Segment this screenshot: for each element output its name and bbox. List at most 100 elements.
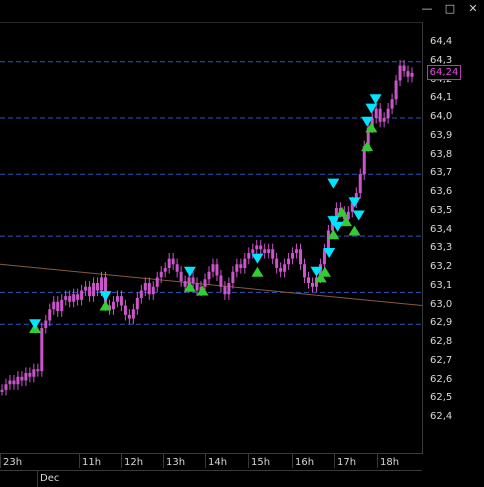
candle-body-5 xyxy=(20,376,24,381)
candle-body-37 xyxy=(147,283,151,295)
candle-body-18 xyxy=(72,294,76,302)
candle-body-24 xyxy=(96,283,100,291)
time-tick-mark xyxy=(205,454,206,468)
price-tick-label: 62,4 xyxy=(430,411,453,422)
candle-body-21 xyxy=(84,286,88,291)
candle-body-61 xyxy=(243,258,247,268)
time-tick-mark xyxy=(163,454,164,468)
candle-body-52 xyxy=(207,271,211,280)
time-tick-label: 23h xyxy=(3,457,23,468)
price-tick-label: 63,5 xyxy=(430,204,453,216)
price-tick-label: 64,4 xyxy=(430,36,453,47)
candle-body-23 xyxy=(92,283,96,297)
candle-body-90 xyxy=(358,174,362,193)
price-tick-label: 63,7 xyxy=(430,167,453,179)
candle-body-41 xyxy=(163,268,167,272)
price-tick-label: 62,8 xyxy=(430,336,453,347)
time-tick-label: 14h xyxy=(208,457,228,468)
candle-body-67 xyxy=(267,249,271,253)
candle-body-4 xyxy=(16,376,20,385)
candle-body-34 xyxy=(135,298,139,310)
candle-body-22 xyxy=(88,286,92,297)
title-bar: — □ ✕ xyxy=(0,0,484,20)
candle-body-96 xyxy=(382,118,386,122)
price-tick-label: 64,0 xyxy=(430,111,453,122)
candle-body-66 xyxy=(263,249,267,253)
sell-signal-13 xyxy=(369,94,382,105)
candle-body-69 xyxy=(275,258,279,268)
candle-body-33 xyxy=(131,309,135,319)
month-label: Dec xyxy=(40,473,60,484)
candle-body-65 xyxy=(259,245,263,250)
candle-body-71 xyxy=(283,264,287,272)
candle-body-16 xyxy=(64,296,68,300)
time-axis-divider xyxy=(0,470,422,471)
price-tick-label: 63,6 xyxy=(430,186,453,197)
candle-body-15 xyxy=(60,299,64,312)
candle-body-55 xyxy=(219,275,223,287)
candle-body-45 xyxy=(179,271,183,282)
candle-body-64 xyxy=(255,245,259,250)
candle-body-17 xyxy=(68,296,72,302)
time-axis[interactable]: Dec 23h 11h 12h 13h 14h 15h 16h 17h 18h xyxy=(0,453,422,487)
time-tick-mark xyxy=(377,454,378,468)
price-tick-label: 63,3 xyxy=(430,242,453,254)
sell-signal-10 xyxy=(352,210,365,221)
last-price-badge: 64,24 xyxy=(427,65,461,80)
candle-body-53 xyxy=(211,264,215,272)
candle-body-62 xyxy=(247,253,251,259)
candle-body-0 xyxy=(0,389,4,392)
candle-body-30 xyxy=(119,296,123,306)
time-tick-mark xyxy=(248,454,249,468)
candle-body-102 xyxy=(406,71,410,77)
candle-body-95 xyxy=(378,108,382,122)
candle-body-11 xyxy=(44,320,48,328)
candle-body-39 xyxy=(155,277,159,287)
candle-body-103 xyxy=(410,73,414,77)
candle-body-42 xyxy=(167,258,171,268)
candle-body-32 xyxy=(127,314,131,319)
candle-body-35 xyxy=(139,290,143,298)
candle-body-100 xyxy=(398,65,402,81)
candle-body-29 xyxy=(115,296,119,302)
candle-body-38 xyxy=(151,286,155,295)
candle-body-70 xyxy=(279,268,283,272)
candle-body-72 xyxy=(287,258,291,265)
candle-body-1 xyxy=(4,384,8,390)
price-tick-label: 63,0 xyxy=(430,298,453,310)
candle-body-12 xyxy=(48,309,52,321)
candle-body-75 xyxy=(299,249,303,265)
time-tick-mark xyxy=(79,454,80,468)
candle-body-44 xyxy=(175,264,179,272)
candle-body-25 xyxy=(100,277,104,291)
candle-body-31 xyxy=(123,305,127,315)
price-chart-plot[interactable] xyxy=(0,22,423,454)
time-tick-label: 17h xyxy=(337,457,357,468)
price-tick-label: 62,6 xyxy=(430,373,453,385)
price-tick-label: 62,9 xyxy=(430,317,453,329)
time-tick-label: 18h xyxy=(380,457,400,468)
month-separator xyxy=(37,470,38,487)
sell-signal-9 xyxy=(348,197,361,208)
time-tick-mark xyxy=(0,454,1,468)
candle-body-48 xyxy=(191,277,195,283)
candle-body-87 xyxy=(346,211,350,220)
price-tick-label: 63,8 xyxy=(430,148,453,160)
time-tick-mark xyxy=(334,454,335,468)
candle-body-56 xyxy=(223,286,227,295)
time-tick-mark xyxy=(121,454,122,468)
candle-body-74 xyxy=(295,249,299,253)
sell-signal-6 xyxy=(327,178,340,189)
candle-body-6 xyxy=(24,373,28,381)
candle-body-28 xyxy=(111,301,115,310)
time-tick-label: 16h xyxy=(295,457,315,468)
candle-body-99 xyxy=(394,80,398,100)
candle-body-2 xyxy=(8,380,12,385)
price-tick-label: 63,9 xyxy=(430,129,453,141)
candle-body-3 xyxy=(12,380,16,385)
time-tick-mark xyxy=(292,454,293,468)
buy-signal-4 xyxy=(251,266,264,277)
candle-body-46 xyxy=(183,281,187,287)
candle-body-60 xyxy=(239,264,243,268)
chart-window: — □ ✕ 64,464,364,264,164,063,963,863,763… xyxy=(0,0,484,487)
